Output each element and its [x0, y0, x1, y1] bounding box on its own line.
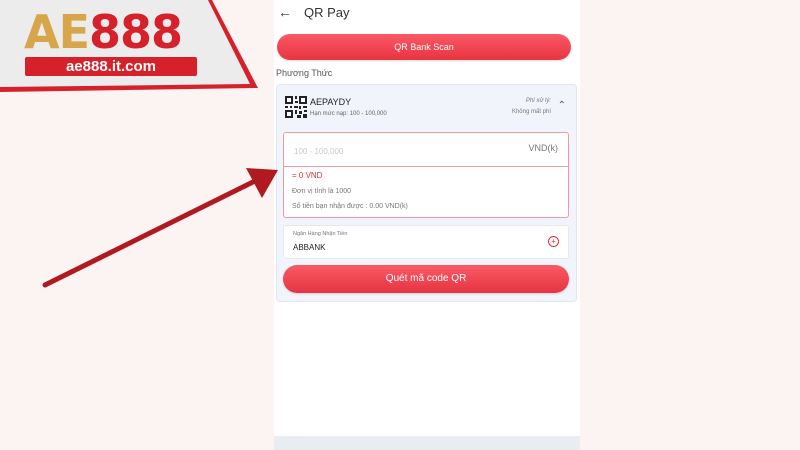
unit-note: Đơn vị tính là 1000: [292, 188, 352, 195]
converted-amount: = 0 VND: [292, 171, 323, 180]
chevron-up-icon[interactable]: ⌃: [558, 100, 566, 111]
scan-qr-code-button[interactable]: Quét mã code QR: [283, 265, 569, 293]
receiving-bank-select[interactable]: Ngân Hàng Nhận Tiền ABBANK +: [283, 225, 569, 259]
plus-circle-icon[interactable]: +: [548, 236, 559, 247]
received-amount-note: Số tiền bạn nhận được : 0.00 VND(k): [292, 203, 408, 210]
method-range: Hạn mức nạp: 100 - 100,000: [310, 111, 387, 117]
brand-logo: AE888: [24, 5, 183, 59]
page-title: QR Pay: [304, 4, 350, 20]
logo-ae: AE: [24, 5, 90, 59]
brand-banner: AE888 ae888.it.com: [0, 0, 260, 95]
method-name: AEPAYDY: [310, 97, 352, 107]
amount-input[interactable]: [292, 142, 496, 160]
page-header: ← QR Pay: [278, 2, 350, 22]
payment-method-card: AEPAYDY Hạn mức nạp: 100 - 100,000 Phí x…: [276, 84, 577, 302]
method-section-label: Phương Thức: [276, 68, 333, 78]
fee-label: Phí xử lý:: [525, 98, 551, 104]
bank-field-value: ABBANK: [293, 243, 326, 252]
logo-888: 888: [89, 5, 183, 59]
phone-screen: ← QR Pay QR Bank Scan Phương Thức AEPAYD…: [274, 0, 580, 450]
currency-unit: VND(k): [528, 143, 559, 153]
fee-value: Không mất phí: [511, 109, 551, 115]
phone-bottom-bar: [274, 436, 580, 450]
bank-field-label: Ngân Hàng Nhận Tiền: [293, 231, 348, 237]
amount-input-row: VND(k): [284, 133, 568, 167]
amount-box: VND(k) = 0 VND Đơn vị tính là 1000 Số ti…: [283, 132, 569, 218]
brand-url: ae888.it.com: [25, 57, 197, 76]
qr-code-icon: [285, 96, 307, 118]
arrow-left-icon[interactable]: ←: [278, 4, 296, 20]
qr-bank-scan-button[interactable]: QR Bank Scan: [277, 34, 571, 60]
